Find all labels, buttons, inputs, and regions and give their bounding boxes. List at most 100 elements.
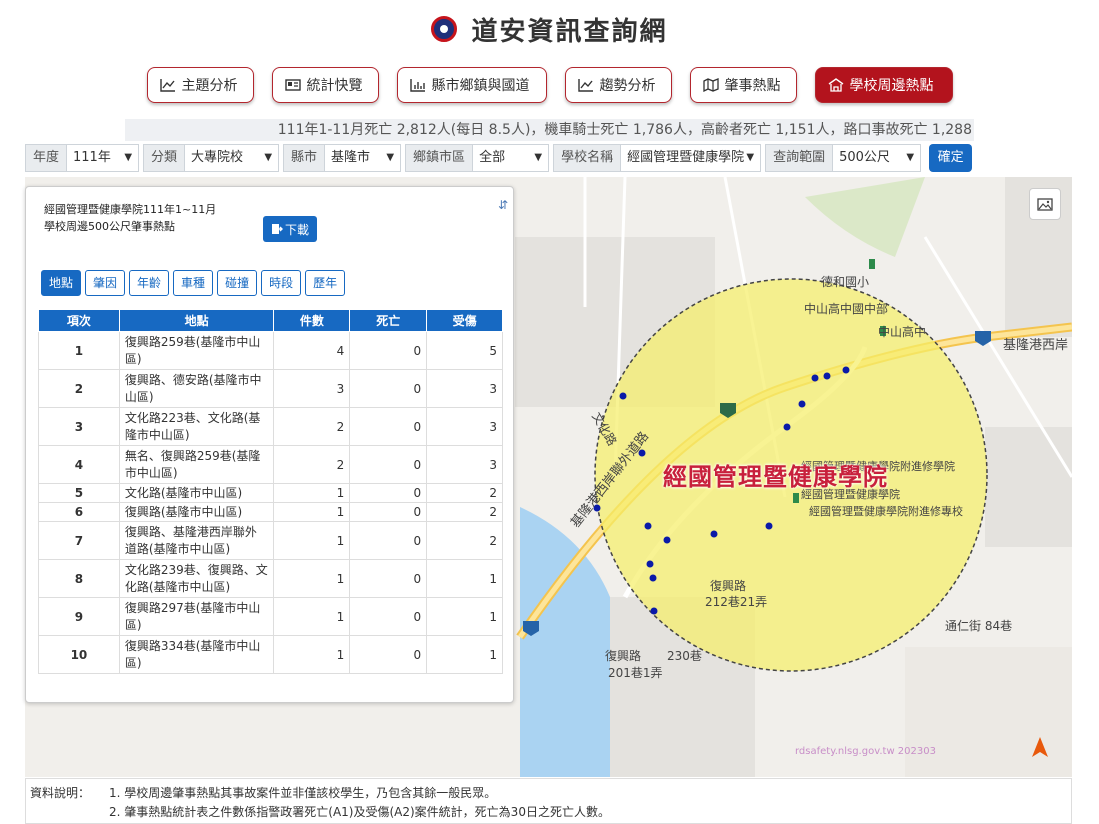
row-location: 無名、復興路259巷(基隆市中山區) <box>118 445 275 484</box>
row-injury: 1 <box>426 597 503 636</box>
tab-time[interactable]: 時段 <box>261 270 302 296</box>
row-injury: 3 <box>426 407 503 446</box>
fuxing-road-label: 復興路 <box>605 649 642 663</box>
chart-line-icon <box>159 79 175 92</box>
table-row[interactable]: 6 復興路(基隆市中山區) 1 0 2 <box>38 502 503 522</box>
row-death: 0 <box>349 331 428 370</box>
row-location: 復興路259巷(基隆市中山區) <box>118 331 275 370</box>
nav-school-hotspot-button[interactable]: 學校周邊熱點 <box>814 67 953 103</box>
collapse-icon[interactable]: ⇵ <box>498 198 508 212</box>
table-row[interactable]: 4 無名、復興路259巷(基隆市中山區) 2 0 3 <box>38 445 503 484</box>
zhongshan-mid-label: 中山高中國中部 <box>804 302 889 316</box>
hotspot-point[interactable] <box>823 372 831 380</box>
tab-age[interactable]: 年齡 <box>129 270 170 296</box>
download-button[interactable]: 下載 <box>263 216 317 242</box>
panel-tabs: 地點 肇因 年齡 車種 碰撞 時段 歷年 <box>41 270 346 296</box>
table-row[interactable]: 9 復興路297巷(基隆市中山區) 1 0 1 <box>38 597 503 636</box>
nav-hotspot-button[interactable]: 肇事熱點 <box>689 67 797 103</box>
route-shield-icon <box>975 331 991 346</box>
county-select[interactable]: 基隆市 ▼ <box>325 144 402 172</box>
hotspot-point[interactable] <box>783 423 791 431</box>
hotspot-point[interactable] <box>842 366 850 374</box>
chevron-down-icon: ▼ <box>386 152 395 163</box>
row-count: 1 <box>273 597 351 636</box>
hotspot-point[interactable] <box>644 522 652 530</box>
row-injury: 3 <box>426 369 503 408</box>
table-row[interactable]: 3 文化路223巷、文化路(基隆市中山區) 2 0 3 <box>38 407 503 446</box>
site-header: 道安資訊查詢網 <box>0 0 1099 58</box>
range-select[interactable]: 500公尺 ▼ <box>833 144 922 172</box>
zhongshan-high-label: 中山高中 <box>878 325 927 339</box>
row-death: 0 <box>349 597 428 636</box>
panel-title: 經國管理暨健康學院111年1~11月 學校周邊500公尺肇事熱點 <box>44 203 217 233</box>
county-label: 縣市 <box>283 144 326 172</box>
row-death: 0 <box>349 559 428 598</box>
lane-label: 230巷 <box>667 649 702 663</box>
school-map-label: 經國管理暨健康學院 <box>663 463 888 491</box>
hotspot-point[interactable] <box>798 400 806 408</box>
hotspot-point[interactable] <box>649 574 657 582</box>
chevron-down-icon: ▼ <box>906 152 915 163</box>
town-select[interactable]: 全部 ▼ <box>473 144 550 172</box>
table-row[interactable]: 10 復興路334巷(基隆市中山區) 1 0 1 <box>38 635 503 674</box>
tab-cause[interactable]: 肇因 <box>85 270 126 296</box>
hotspot-point[interactable] <box>765 522 773 530</box>
row-no: 10 <box>38 635 120 674</box>
nav-stat-overview-button[interactable]: 統計快覽 <box>271 67 379 103</box>
notes-line: 2. 肇事熱點統計表之件數係指警政署死亡(A1)及受傷(A2)案件統計，死亡為3… <box>109 805 610 819</box>
water-area <box>520 507 610 777</box>
school-select[interactable]: 經國管理暨健康學院 ▼ <box>621 144 762 172</box>
school-marker-icon <box>793 493 799 503</box>
lane-label: 212巷21弄 <box>705 595 768 609</box>
row-location: 復興路297巷(基隆市中山區) <box>118 597 275 636</box>
row-count: 3 <box>273 369 351 408</box>
row-no: 8 <box>38 559 120 598</box>
tab-vehicle[interactable]: 車種 <box>173 270 214 296</box>
nav-trend-button[interactable]: 趨勢分析 <box>564 67 672 103</box>
town-label: 鄉鎮市區 <box>405 144 474 172</box>
table-row[interactable]: 1 復興路259巷(基隆市中山區) 4 0 5 <box>38 331 503 370</box>
table-row[interactable]: 5 文化路(基隆市中山區) 1 0 2 <box>38 483 503 503</box>
chevron-down-icon: ▼ <box>534 152 543 163</box>
filter-bar: 年度 111年 ▼ 分類 大專院校 ▼ 縣市 基隆市 ▼ 鄉鎮市區 全部 ▼ 學校名稱 … <box>25 144 973 172</box>
row-no: 6 <box>38 502 120 522</box>
row-location: 復興路、基隆港西岸聯外道路(基隆市中山區) <box>118 521 275 560</box>
year-select[interactable]: 111年 ▼ <box>67 144 140 172</box>
hotspot-point[interactable] <box>619 392 627 400</box>
hotspot-point[interactable] <box>650 607 658 615</box>
row-count: 1 <box>273 635 351 674</box>
tab-history[interactable]: 歷年 <box>305 270 346 296</box>
hotspot-point[interactable] <box>646 560 654 568</box>
row-no: 3 <box>38 407 120 446</box>
tab-location[interactable]: 地點 <box>41 270 82 296</box>
col-header-no: 項次 <box>38 309 120 332</box>
hotspot-point[interactable] <box>811 374 819 382</box>
range-label: 查詢範圍 <box>765 144 834 172</box>
table-row[interactable]: 2 復興路、德安路(基隆市中山區) 3 0 3 <box>38 369 503 408</box>
site-title: 道安資訊查詢網 <box>471 16 668 47</box>
nav-label: 肇事熱點 <box>724 78 781 94</box>
school-marker-icon <box>869 259 875 269</box>
hotspot-point[interactable] <box>710 530 718 538</box>
nav-label: 主題分析 <box>181 78 238 94</box>
nav-label: 學校周邊熱點 <box>849 78 934 94</box>
table-row[interactable]: 8 文化路239巷、復興路、文化路(基隆市中山區) 1 0 1 <box>38 559 503 598</box>
tab-collision[interactable]: 碰撞 <box>217 270 258 296</box>
category-select[interactable]: 大專院校 ▼ <box>185 144 280 172</box>
hotspot-point[interactable] <box>663 536 671 544</box>
row-injury: 2 <box>426 502 503 522</box>
confirm-button[interactable]: 確定 <box>929 144 973 172</box>
row-injury: 1 <box>426 559 503 598</box>
row-death: 0 <box>349 502 428 522</box>
image-export-button[interactable] <box>1029 188 1061 220</box>
row-injury: 2 <box>426 521 503 560</box>
nav-county-button[interactable]: 縣市鄉鎮與國道 <box>396 67 547 103</box>
chevron-down-icon: ▼ <box>124 152 133 163</box>
row-no: 7 <box>38 521 120 560</box>
nav-theme-analysis-button[interactable]: 主題分析 <box>146 67 254 103</box>
row-death: 0 <box>349 445 428 484</box>
fuxing-road-label: 復興路 <box>710 579 747 593</box>
table-row[interactable]: 7 復興路、基隆港西岸聯外道路(基隆市中山區) 1 0 2 <box>38 521 503 560</box>
row-injury: 1 <box>426 635 503 674</box>
school-label: 學校名稱 <box>553 144 622 172</box>
